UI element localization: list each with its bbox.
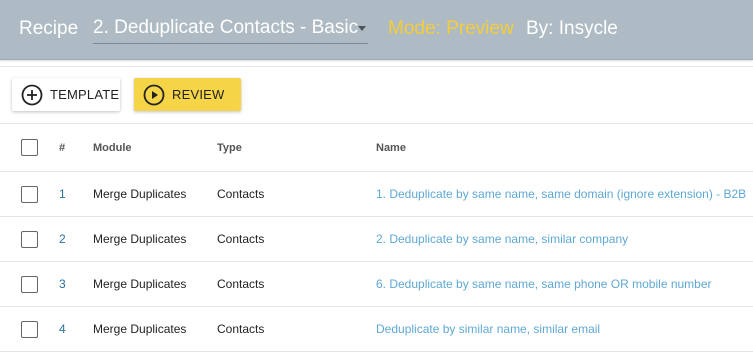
mode-indicator: Mode: Preview xyxy=(388,18,514,39)
column-header-num: # xyxy=(59,141,66,154)
row-number: 2 xyxy=(59,232,66,246)
template-button-label: TEMPLATE xyxy=(50,87,120,102)
row-number: 4 xyxy=(59,322,66,336)
row-type: Contacts xyxy=(217,277,265,291)
table-row: 2 Merge Duplicates Contacts 2. Deduplica… xyxy=(0,217,753,262)
recipe-select[interactable]: 2. Deduplicate Contacts - Basic xyxy=(93,13,368,44)
row-type: Contacts xyxy=(217,322,265,336)
row-number: 1 xyxy=(59,187,66,201)
row-checkbox[interactable] xyxy=(21,185,38,203)
recipe-label: Recipe xyxy=(19,18,79,39)
play-circle-icon xyxy=(143,84,165,106)
row-module: Merge Duplicates xyxy=(93,322,187,336)
row-name-link[interactable]: 1. Deduplicate by same name, same domain… xyxy=(376,187,746,201)
review-button-label: REVIEW xyxy=(172,87,225,102)
table-header-row: # Module Type Name xyxy=(0,124,753,172)
column-header-name: Name xyxy=(376,141,406,154)
row-type: Contacts xyxy=(217,232,265,246)
caret-down-icon xyxy=(358,26,366,31)
recipe-table: # Module Type Name 1 Merge Duplicates Co… xyxy=(0,124,753,352)
row-module: Merge Duplicates xyxy=(93,187,187,201)
table-row: 1 Merge Duplicates Contacts 1. Deduplica… xyxy=(0,172,753,217)
review-button[interactable]: REVIEW xyxy=(134,78,241,111)
plus-circle-icon xyxy=(21,84,43,106)
row-number: 3 xyxy=(59,277,66,291)
template-button[interactable]: TEMPLATE xyxy=(12,78,120,111)
row-checkbox[interactable] xyxy=(21,275,38,293)
table-row: 4 Merge Duplicates Contacts Deduplicate … xyxy=(0,307,753,352)
row-module: Merge Duplicates xyxy=(93,277,187,291)
divider xyxy=(0,66,753,67)
row-module: Merge Duplicates xyxy=(93,232,187,246)
row-checkbox[interactable] xyxy=(21,320,38,338)
recipe-select-value: 2. Deduplicate Contacts - Basic xyxy=(93,17,359,38)
row-checkbox[interactable] xyxy=(21,230,38,248)
top-bar: Recipe 2. Deduplicate Contacts - Basic M… xyxy=(0,0,753,60)
row-type: Contacts xyxy=(217,187,265,201)
row-name-link[interactable]: Deduplicate by similar name, similar ema… xyxy=(376,322,600,336)
row-name-link[interactable]: 6. Deduplicate by same name, same phone … xyxy=(376,277,712,291)
column-header-module: Module xyxy=(93,141,132,154)
author-label: By: Insycle xyxy=(526,18,618,39)
row-name-link[interactable]: 2. Deduplicate by same name, similar com… xyxy=(376,232,628,246)
column-header-type: Type xyxy=(217,141,242,154)
select-all-checkbox[interactable] xyxy=(21,139,38,156)
table-row: 3 Merge Duplicates Contacts 6. Deduplica… xyxy=(0,262,753,307)
